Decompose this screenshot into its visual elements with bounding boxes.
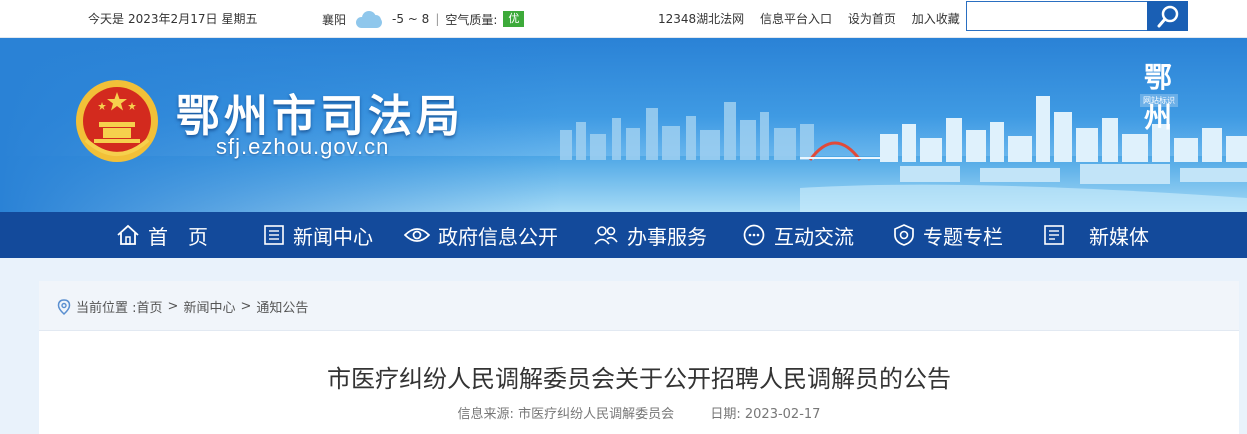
news-icon <box>264 225 284 245</box>
people-icon <box>594 226 618 245</box>
search-icon <box>1157 5 1179 28</box>
divider: | <box>435 12 440 26</box>
weather-widget: 襄阳 -5 ~ 8 | 空气质量: 优 <box>322 10 525 28</box>
nav-item-special-topics[interactable]: 专题专栏 <box>893 212 1003 258</box>
article-meta: 信息来源: 市医疗纠纷人民调解委员会 日期: 2023-02-17 <box>39 403 1239 422</box>
link-set-homepage[interactable]: 设为首页 <box>848 12 896 26</box>
eye-icon <box>404 228 430 242</box>
weekday-text: 星期五 <box>221 12 258 26</box>
breadcrumb-link-notices[interactable]: 通知公告 <box>256 297 308 316</box>
chat-icon <box>743 224 765 246</box>
city-badge-logo[interactable]: 鄂州 网站标识 <box>1130 56 1192 134</box>
cloud-icon <box>354 10 384 28</box>
date-prefix: 今天是 <box>88 12 125 26</box>
nav-label: 互动交流 <box>774 224 854 249</box>
header-banner: 鄂州市司法局 sfj.ezhou.gov.cn 鄂州 网站标识 <box>0 38 1247 212</box>
air-quality-badge: 优 <box>503 11 525 27</box>
date-display: 今天是 2023年2月17日 星期五 <box>88 10 261 27</box>
top-utility-bar: 今天是 2023年2月17日 星期五 襄阳 -5 ~ 8 | 空气质量: 优 123… <box>0 0 1247 38</box>
top-links: 12348湖北法网 信息平台入口 设为首页 加入收藏 <box>658 10 972 27</box>
nav-label: 新闻中心 <box>293 224 373 249</box>
breadcrumb-separator: > <box>167 299 179 314</box>
media-icon <box>1044 225 1064 245</box>
shield-icon <box>894 224 914 246</box>
site-domain: sfj.ezhou.gov.cn <box>216 134 390 159</box>
nav-item-home[interactable]: 首 页 <box>116 212 208 258</box>
badge-tag: 网站标识 <box>1140 94 1178 107</box>
nav-item-news[interactable]: 新闻中心 <box>263 212 373 258</box>
nav-label: 办事服务 <box>627 224 707 249</box>
nav-item-gov-info[interactable]: 政府信息公开 <box>404 212 558 258</box>
link-add-favorite[interactable]: 加入收藏 <box>912 12 960 26</box>
source-value: 市医疗纠纷人民调解委员会 <box>518 407 675 422</box>
article-panel: 市医疗纠纷人民调解委员会关于公开招聘人民调解员的公告 信息来源: 市医疗纠纷人民… <box>39 331 1239 434</box>
date-label: 日期: <box>710 407 741 422</box>
breadcrumb-bar: 当前位置 : 首页 > 新闻中心 > 通知公告 <box>39 281 1239 331</box>
date-value: 2023-02-17 <box>744 407 821 422</box>
article-title: 市医疗纠纷人民调解委员会关于公开招聘人民调解员的公告 <box>327 365 951 393</box>
nav-label: 新媒体 <box>1089 224 1149 249</box>
breadcrumb-link-news[interactable]: 新闻中心 <box>183 297 235 316</box>
search-box <box>966 1 1190 31</box>
link-info-platform[interactable]: 信息平台入口 <box>760 12 832 26</box>
nav-label: 专题专栏 <box>923 224 1003 249</box>
source-label: 信息来源: <box>457 407 514 422</box>
nav-label: 首 页 <box>148 224 208 249</box>
nav-item-new-media[interactable]: 新媒体 <box>1043 212 1149 258</box>
weather-city: 襄阳 <box>322 12 347 27</box>
link-12348-hubei[interactable]: 12348湖北法网 <box>658 12 744 26</box>
national-emblem-icon <box>76 80 158 162</box>
air-quality-label: 空气质量: <box>445 12 498 27</box>
nav-item-services[interactable]: 办事服务 <box>593 212 707 258</box>
breadcrumb-prefix: 当前位置 : <box>76 301 137 316</box>
search-button[interactable] <box>1147 1 1188 31</box>
main-nav: 首 页 新闻中心 政府信息公开 办事服务 互动交流 专题专栏 新媒体 <box>0 212 1247 258</box>
search-input[interactable] <box>966 1 1148 31</box>
breadcrumb: 当前位置 : 首页 > 新闻中心 > 通知公告 <box>57 297 308 316</box>
home-icon <box>117 224 139 245</box>
breadcrumb-separator: > <box>240 299 252 314</box>
nav-item-interaction[interactable]: 互动交流 <box>742 212 854 258</box>
breadcrumb-link-home[interactable]: 首页 <box>137 297 163 316</box>
nav-label: 政府信息公开 <box>438 224 558 249</box>
date-text: 2023年2月17日 <box>128 12 218 26</box>
temperature-text: -5 ~ 8 <box>392 12 430 26</box>
location-pin-icon <box>57 298 71 315</box>
